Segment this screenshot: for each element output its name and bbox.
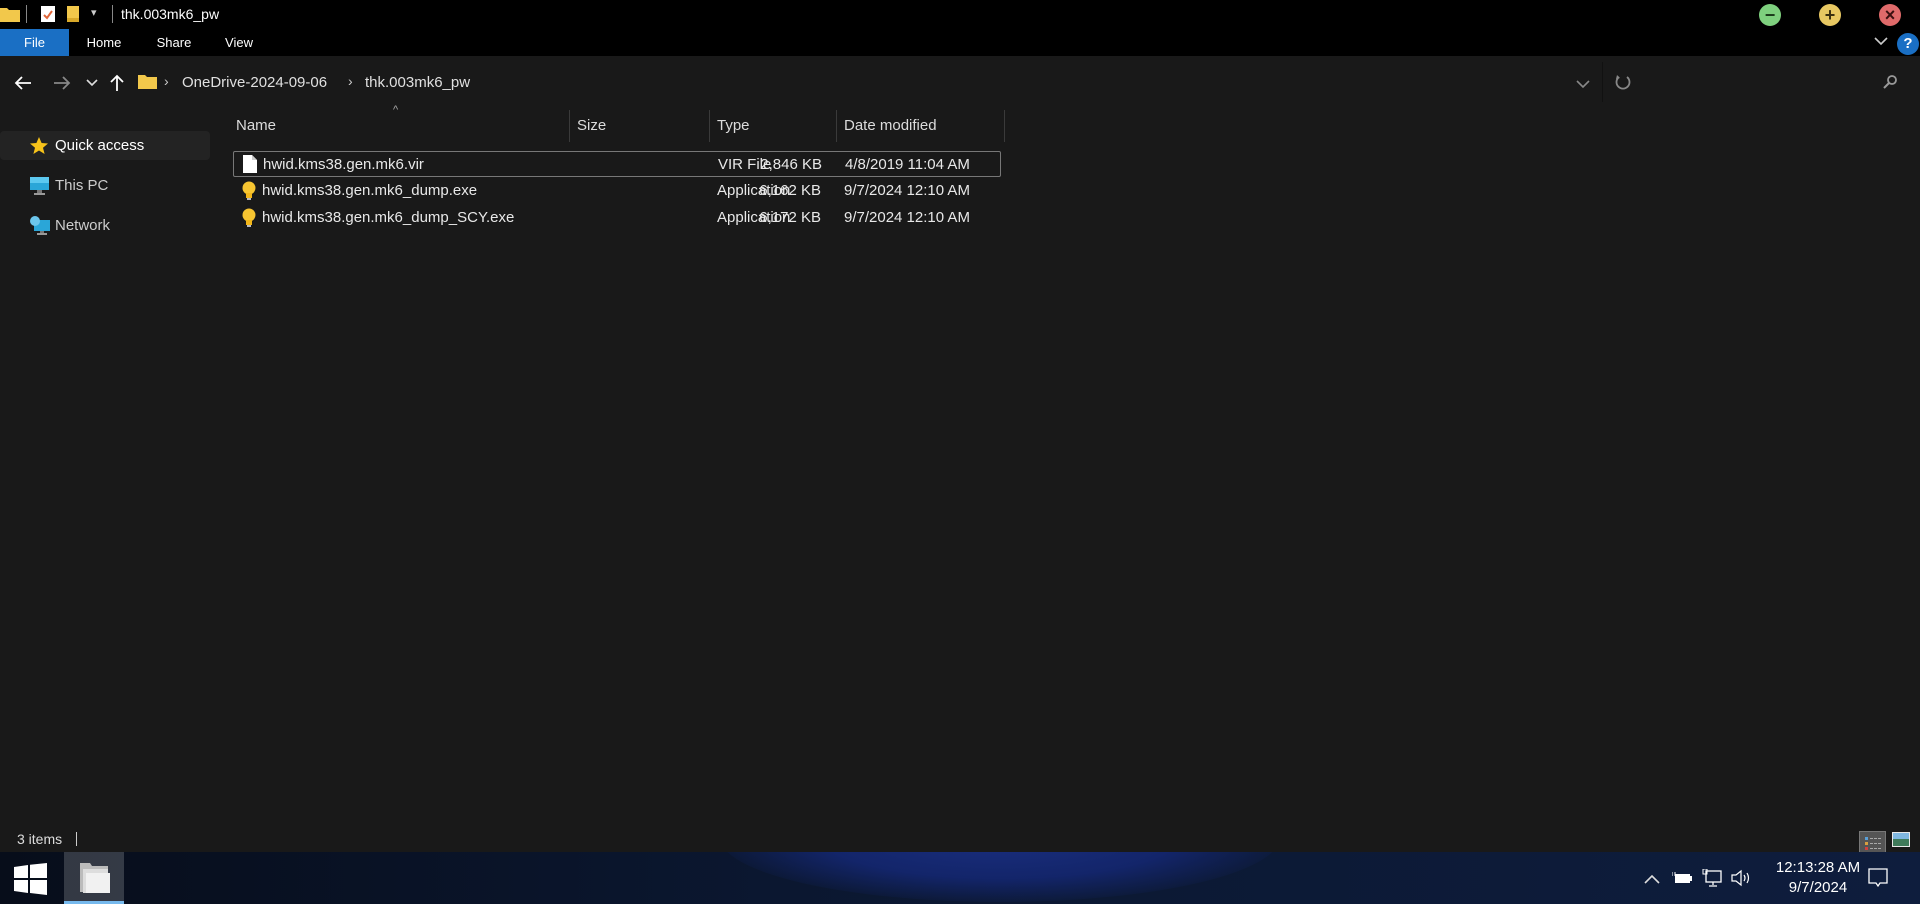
navpane-item-quick-access[interactable]: Quick access — [0, 131, 210, 160]
start-button-windows-icon[interactable] — [14, 863, 47, 895]
large-icons-view-button[interactable] — [1892, 832, 1910, 847]
taskbar-file-explorer-button[interactable] — [64, 852, 124, 904]
navpane-item-this-pc[interactable]: This PC — [0, 171, 210, 200]
column-header-date-modified[interactable]: Date modified — [844, 117, 937, 134]
breadcrumb-current[interactable]: thk.003mk6_pw — [365, 74, 470, 91]
file-date: 9/7/2024 12:10 AM — [844, 182, 970, 199]
column-divider[interactable] — [1004, 110, 1005, 142]
file-type: VIR File — [718, 156, 772, 173]
file-date: 4/8/2019 11:04 AM — [845, 156, 970, 173]
column-divider[interactable] — [569, 110, 570, 142]
maximize-button[interactable]: + — [1819, 4, 1841, 26]
breadcrumb-separator[interactable]: › — [164, 73, 169, 89]
close-button[interactable]: × — [1879, 4, 1901, 26]
forward-icon[interactable] — [53, 75, 71, 91]
file-name: hwid.kms38.gen.mk6.vir — [263, 156, 424, 173]
item-count: 3 items — [17, 831, 63, 847]
file-icon — [243, 155, 257, 173]
minimize-button[interactable]: − — [1759, 4, 1781, 26]
file-row[interactable]: hwid.kms38.gen.mk6_dump.exe 6,162 KB App… — [233, 178, 1001, 204]
search-icon[interactable] — [1882, 74, 1898, 90]
tab-home[interactable]: Home — [75, 29, 133, 56]
tab-share[interactable]: Share — [145, 29, 203, 56]
separator — [112, 5, 113, 23]
taskbar: 12:13:28 AM 9/7/2024 — [0, 852, 1920, 904]
recent-locations-icon[interactable] — [86, 79, 98, 87]
large-icons-view-icon — [1893, 833, 1909, 846]
network-status-icon[interactable] — [1702, 869, 1722, 887]
divider — [1602, 62, 1603, 102]
title-bar: ▾ thk.003mk6_pw − + × — [0, 0, 1920, 29]
folder-icon — [0, 8, 20, 22]
clock[interactable]: 12:13:28 AM 9/7/2024 — [1758, 858, 1878, 898]
new-folder-icon[interactable] — [67, 6, 79, 22]
volume-icon[interactable] — [1731, 869, 1753, 887]
column-header-name[interactable]: Name — [236, 117, 276, 134]
column-divider[interactable] — [836, 110, 837, 142]
tab-file[interactable]: File — [0, 29, 69, 56]
details-view-button[interactable] — [1859, 831, 1886, 854]
details-view-icon — [1865, 837, 1881, 850]
battery-icon[interactable] — [1672, 871, 1692, 885]
file-name: hwid.kms38.gen.mk6_dump_SCY.exe — [262, 209, 515, 226]
column-header-type[interactable]: Type — [717, 117, 750, 134]
ribbon — [0, 29, 1920, 56]
lightbulb-icon — [242, 208, 256, 227]
tab-view[interactable]: View — [212, 29, 266, 56]
show-hidden-icons-icon[interactable] — [1644, 874, 1660, 884]
clock-time: 12:13:28 AM — [1775, 859, 1861, 876]
refresh-icon[interactable] — [1615, 74, 1631, 90]
computer-icon — [30, 177, 49, 195]
status-bar: 3 items — [0, 826, 1920, 854]
file-name: hwid.kms38.gen.mk6_dump.exe — [262, 182, 478, 199]
breadcrumb-separator[interactable]: › — [348, 73, 353, 89]
file-type: Application — [717, 182, 791, 199]
wallpaper-glow — [720, 852, 1280, 902]
file-row[interactable]: hwid.kms38.gen.mk6.vir 2,846 KB VIR File… — [233, 151, 1001, 177]
back-icon[interactable] — [14, 75, 32, 91]
up-icon[interactable] — [110, 74, 124, 92]
window-title: thk.003mk6_pw — [121, 6, 220, 22]
file-row[interactable]: hwid.kms38.gen.mk6_dump_SCY.exe 6,172 KB… — [233, 205, 1001, 231]
folder-icon — [138, 75, 157, 89]
help-button[interactable]: ? — [1897, 33, 1919, 55]
sort-ascending-icon: ^ — [393, 104, 399, 116]
properties-icon[interactable] — [41, 6, 55, 22]
navpane-item-network[interactable]: Network — [0, 211, 210, 240]
customize-toolbar-icon[interactable]: ▾ — [91, 6, 97, 19]
network-icon — [30, 216, 50, 235]
file-date: 9/7/2024 12:10 AM — [844, 209, 970, 226]
file-explorer-icon — [80, 863, 110, 893]
lightbulb-icon — [242, 181, 256, 200]
star-icon — [30, 137, 48, 154]
column-divider[interactable] — [709, 110, 710, 142]
expand-ribbon-icon[interactable] — [1874, 36, 1888, 46]
address-dropdown-icon[interactable] — [1576, 80, 1590, 89]
file-type: Application — [717, 209, 791, 226]
breadcrumb-onedrive[interactable]: OneDrive-2024-09-06 — [182, 74, 327, 91]
clock-date: 9/7/2024 — [1788, 879, 1848, 896]
column-header-size[interactable]: Size — [577, 117, 606, 134]
action-center-icon[interactable] — [1868, 868, 1888, 888]
divider — [76, 832, 77, 846]
separator — [26, 5, 27, 23]
